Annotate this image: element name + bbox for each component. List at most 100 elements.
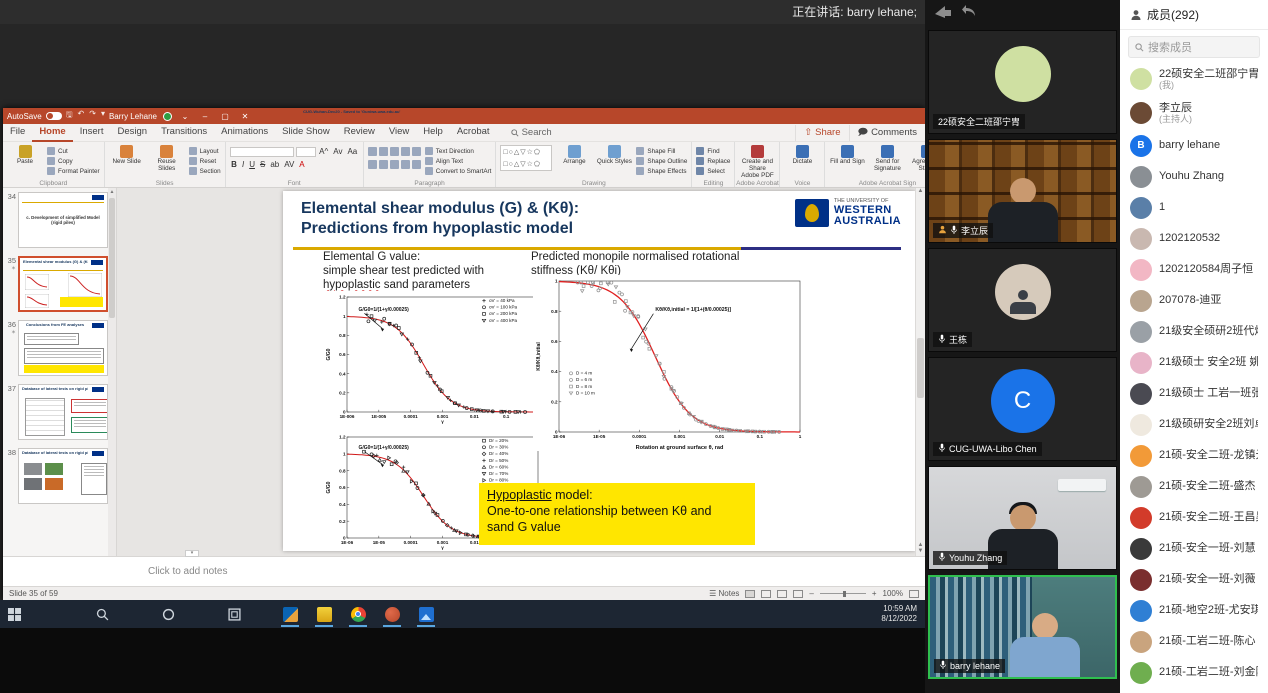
video-tile-youhu-zhang[interactable]: Youhu Zhang: [928, 466, 1117, 570]
thumbnail-scroll-thumb[interactable]: [109, 198, 115, 318]
ribbon-button-cut[interactable]: Cut: [47, 147, 100, 155]
member-row-1[interactable]: 1: [1120, 192, 1268, 223]
ribbon-button-send-for-signature[interactable]: Send for Signature: [869, 145, 905, 173]
normal-view-icon[interactable]: [745, 590, 755, 598]
slide-scrollbar[interactable]: ▲ ▲ ▼: [915, 188, 925, 556]
ribbon-button-quick-styles[interactable]: Quick Styles: [596, 145, 632, 166]
slide-thumbnail-34[interactable]: 34c. Development of simplified Model (ri…: [5, 192, 108, 248]
notes-collapse-icon[interactable]: ▾: [185, 550, 199, 557]
video-tile-cug-uwa-libo-chen[interactable]: CCUG-UWA-Libo Chen: [928, 357, 1117, 461]
tab-insert[interactable]: Insert: [73, 123, 111, 142]
share-button[interactable]: ⇧ Share: [795, 125, 848, 141]
ribbon-button-paste[interactable]: Paste: [7, 145, 43, 166]
font-style-u[interactable]: U: [248, 160, 257, 169]
slide-canvas[interactable]: Elemental shear modulus (G) & (Kθ): Pred…: [283, 191, 915, 551]
member-row-21硕-安全一班-刘慧[interactable]: 21硕-安全一班-刘慧: [1120, 533, 1268, 564]
ribbon-button-copy[interactable]: Copy: [47, 157, 100, 165]
member-row-21级安全硕研2班代炜[interactable]: 21级安全硕研2班代炜: [1120, 316, 1268, 347]
taskbar-app-photos[interactable]: [412, 600, 440, 628]
member-row-21硕-安全二班-龙镇元[interactable]: 21硕-安全二班-龙镇元: [1120, 440, 1268, 471]
member-row-21硕-工岩二班-陈心[interactable]: 21硕-工岩二班-陈心: [1120, 626, 1268, 657]
ribbon-button-new-slide[interactable]: New Slide: [109, 145, 145, 166]
tab-transitions[interactable]: Transitions: [154, 123, 214, 142]
video-tile-barry-lehane[interactable]: barry lehane: [928, 575, 1117, 679]
paragraph-tool-icon[interactable]: [368, 147, 377, 156]
ribbon-button-arrange[interactable]: Arrange: [556, 145, 592, 166]
member-row-21硕-工岩二班-刘金阳[interactable]: 21硕-工岩二班-刘金阳: [1120, 657, 1268, 688]
undo-arrow-icon[interactable]: [961, 4, 977, 18]
slideshow-view-icon[interactable]: [793, 590, 803, 598]
ribbon-button-layout[interactable]: Layout: [189, 147, 221, 155]
member-row-21级硕士-安全2班-姚瑞[interactable]: 21级硕士 安全2班 姚瑞: [1120, 347, 1268, 378]
thumbnail-scrollbar[interactable]: ▲: [108, 188, 116, 556]
font-tool-a[interactable]: A^: [318, 147, 330, 156]
member-row-21硕-安全二班-王昌昊[interactable]: 21硕-安全二班-王昌昊: [1120, 502, 1268, 533]
tab-help[interactable]: Help: [416, 123, 450, 142]
paragraph-tool-icon[interactable]: [401, 147, 410, 156]
tab-slide-show[interactable]: Slide Show: [275, 123, 337, 142]
member-row-李立辰[interactable]: 李立辰(主持人): [1120, 96, 1268, 130]
member-row-barry-lehane[interactable]: Bbarry lehane: [1120, 130, 1268, 161]
zoom-level[interactable]: 100%: [883, 589, 903, 598]
paragraph-tool-icon[interactable]: [412, 160, 421, 169]
font-style-av[interactable]: AV: [283, 160, 296, 169]
tab-design[interactable]: Design: [110, 123, 154, 142]
ribbon-button-shape-effects[interactable]: Shape Effects: [636, 167, 687, 175]
system-clock[interactable]: 10:59 AM 8/12/2022: [881, 604, 917, 624]
zoom-slider[interactable]: [820, 593, 866, 594]
slide-thumbnail-38[interactable]: 38Database of lateral tests on rigid pil…: [5, 448, 108, 504]
font-tool-aa[interactable]: Aa: [346, 147, 359, 156]
slide-thumbnail-35[interactable]: 35✶Elemental shear modulus (G) & (Kθ): P…: [5, 256, 108, 312]
video-tile-李立辰[interactable]: 李立辰: [928, 139, 1117, 243]
member-row-youhu-zhang[interactable]: Youhu Zhang: [1120, 161, 1268, 192]
next-slide-icon[interactable]: ▼: [916, 548, 925, 554]
member-row-22硕安全二班邵宁胄[interactable]: 22硕安全二班邵宁胄(我): [1120, 62, 1268, 96]
zoom-in-icon[interactable]: +: [872, 589, 877, 598]
tab-file[interactable]: File: [3, 123, 32, 142]
member-row-207078-迪亚[interactable]: 207078-迪亚: [1120, 285, 1268, 316]
tab-animations[interactable]: Animations: [214, 123, 275, 142]
slide-sorter-view-icon[interactable]: [761, 590, 771, 598]
paragraph-tool-icon[interactable]: [379, 160, 388, 169]
paragraph-tool-icon[interactable]: [390, 160, 399, 169]
member-search-input[interactable]: 搜索成员: [1128, 36, 1260, 58]
thumbnail-canvas-35[interactable]: Elemental shear modulus (G) & (Kθ): Pred…: [18, 256, 108, 312]
ribbon-button-select[interactable]: Select: [696, 167, 730, 175]
annotation-arrows-icon[interactable]: [933, 4, 953, 20]
ribbon-button-convert-to-smartart[interactable]: Convert to SmartArt: [425, 167, 492, 175]
start-button[interactable]: [0, 600, 28, 628]
task-view-button[interactable]: [220, 600, 248, 628]
reading-view-icon[interactable]: [777, 590, 787, 598]
tab-view[interactable]: View: [382, 123, 416, 142]
member-row-1202120584周子恒[interactable]: 1202120584周子恒: [1120, 254, 1268, 285]
font-style-a[interactable]: A: [298, 160, 306, 169]
search-box[interactable]: Search: [511, 127, 552, 138]
paragraph-tool-icon[interactable]: [368, 160, 377, 169]
slide-thumbnail-37[interactable]: 37Database of lateral tests on rigid pil…: [5, 384, 108, 440]
font-style-s[interactable]: S: [258, 160, 266, 169]
ribbon-button-align-text[interactable]: Align Text: [425, 157, 492, 165]
member-row-21硕-安全二班-盛杰[interactable]: 21硕-安全二班-盛杰: [1120, 471, 1268, 502]
paragraph-tool-icon[interactable]: [412, 147, 421, 156]
notes-pane[interactable]: ▾ Click to add notes: [3, 556, 925, 586]
tab-acrobat[interactable]: Acrobat: [450, 123, 497, 142]
font-style-i[interactable]: I: [240, 160, 245, 169]
member-row-1202120532[interactable]: 1202120532: [1120, 223, 1268, 254]
member-row-21硕-地空2班-尤安琪[interactable]: 21硕-地空2班-尤安琪: [1120, 595, 1268, 626]
cortana-button[interactable]: [154, 600, 182, 628]
member-row-21级硕研安全2班刘卓[interactable]: 21级硕研安全2班刘卓: [1120, 409, 1268, 440]
video-tile-22硕安全二班邵宁胄[interactable]: 22硕安全二班邵宁胄: [928, 30, 1117, 134]
shapes-gallery[interactable]: □○△▽☆⬠ □○△▽☆⬠: [500, 145, 552, 171]
scroll-up-icon[interactable]: ▲: [916, 188, 925, 194]
taskbar-app-chrome[interactable]: [344, 600, 372, 628]
ribbon-button-reset[interactable]: Reset: [189, 157, 221, 165]
ribbon-button-dictate[interactable]: Dictate: [784, 145, 820, 166]
font-size-box[interactable]: [296, 147, 316, 157]
slide-thumbnail-36[interactable]: 36✶Conclusions from FE analyses: [5, 320, 108, 376]
thumbnail-canvas-37[interactable]: Database of lateral tests on rigid piles…: [18, 384, 108, 440]
ribbon-button-agreement-status[interactable]: Agreement Status: [909, 145, 925, 173]
ribbon-button-format-painter[interactable]: Format Painter: [47, 167, 100, 175]
ribbon-button-find[interactable]: Find: [696, 147, 730, 155]
slide-scroll-thumb[interactable]: [917, 338, 924, 398]
member-row-21硕-安全一班-刘薇[interactable]: 21硕-安全一班-刘薇: [1120, 564, 1268, 595]
